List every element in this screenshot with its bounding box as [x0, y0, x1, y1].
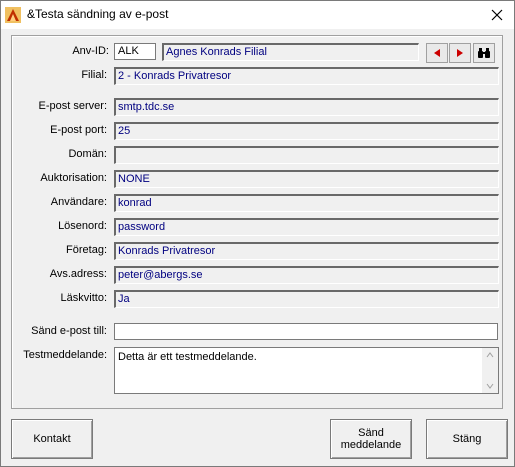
sender-label: Avs.adress:	[49, 268, 107, 280]
arrow-right-icon	[457, 49, 463, 57]
message-textarea[interactable]: Detta är ett testmeddelande.	[114, 347, 499, 394]
window-title: &Testa sändning av e-post	[27, 7, 169, 21]
user-label: Användare:	[50, 196, 107, 208]
message-text: Detta är ett testmeddelande.	[118, 351, 257, 363]
close-button[interactable]: Stäng	[426, 419, 508, 459]
message-scrollbar[interactable]	[482, 348, 498, 393]
title-bar: &Testa sändning av e-post	[1, 1, 514, 29]
password-field: password	[114, 218, 499, 236]
anv-id-input[interactable]: ALK	[114, 43, 156, 60]
port-label: E-post port:	[50, 124, 107, 136]
anv-id-name-field: Agnes Konrads Filial	[162, 43, 419, 61]
send-to-label: Sänd e-post till:	[31, 325, 107, 337]
port-field: 25	[114, 122, 499, 140]
send-button-label-1: Sänd	[358, 427, 384, 439]
anv-id-label: Anv-ID:	[72, 45, 109, 57]
filial-field: 2 - Konrads Privatresor	[114, 67, 499, 85]
send-button-label-2: meddelande	[340, 439, 402, 451]
receipt-field: Ja	[114, 290, 499, 308]
app-icon	[5, 7, 21, 23]
scroll-up-icon	[486, 352, 494, 358]
user-field: konrad	[114, 194, 499, 212]
close-button-label: Stäng	[452, 433, 482, 445]
message-label: Testmeddelande:	[23, 349, 107, 361]
auth-label: Auktorisation:	[40, 172, 107, 184]
dialog-window: &Testa sändning av e-post Anv-ID: ALK Ag…	[0, 0, 515, 467]
close-icon	[491, 9, 503, 21]
contact-button-label: Kontakt	[33, 433, 71, 445]
company-field: Konrads Privatresor	[114, 242, 499, 260]
arrow-left-icon	[434, 49, 440, 57]
auth-field: NONE	[114, 170, 499, 188]
next-record-button[interactable]	[449, 43, 471, 63]
send-to-input[interactable]	[114, 323, 498, 340]
domain-field	[114, 146, 499, 164]
scroll-down-icon	[486, 383, 494, 389]
search-button[interactable]	[473, 43, 495, 63]
server-field: smtp.tdc.se	[114, 98, 499, 116]
sender-field: peter@abergs.se	[114, 266, 499, 284]
send-message-button[interactable]: Sänd meddelande	[330, 419, 412, 459]
server-label: E-post server:	[38, 100, 107, 112]
close-window-button[interactable]	[480, 1, 514, 29]
password-label: Lösenord:	[58, 220, 107, 232]
domain-label: Domän:	[68, 148, 107, 160]
binoculars-icon	[478, 48, 490, 58]
receipt-label: Läskvitto:	[60, 292, 107, 304]
company-label: Företag:	[66, 244, 107, 256]
contact-button[interactable]: Kontakt	[11, 419, 93, 459]
prev-record-button[interactable]	[426, 43, 448, 63]
filial-label: Filial:	[81, 69, 107, 81]
